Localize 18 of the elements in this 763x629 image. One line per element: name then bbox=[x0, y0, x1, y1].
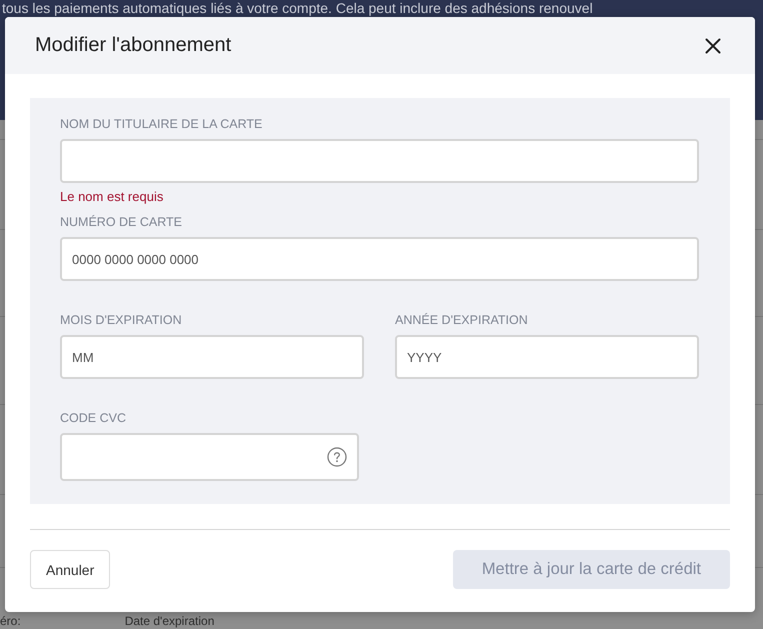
input-field[interactable] bbox=[60, 433, 359, 481]
field-label: NOM DU TITULAIRE DE LA CARTE bbox=[60, 117, 264, 132]
banner-text: tous les paiements automatiques liés à votre compte. Cela peut inclure des adhésions renouvel bbox=[1, 0, 593, 16]
field-label: NUMÉRO DE CARTE bbox=[60, 215, 184, 230]
help-icon[interactable] bbox=[327, 447, 347, 467]
input-field[interactable]: YYYY bbox=[395, 335, 699, 379]
dialog-title: Modifier l'abonnement bbox=[35, 34, 232, 57]
page-text: Date d'expiration bbox=[124, 614, 214, 628]
field-label: MOIS D'EXPIRATION bbox=[60, 313, 183, 328]
close-button[interactable] bbox=[705, 38, 721, 54]
input-field[interactable] bbox=[60, 139, 699, 183]
field-label: ANNÉE D'EXPIRATION bbox=[395, 313, 529, 328]
page-text: éro: bbox=[0, 614, 21, 628]
input-field[interactable]: MM bbox=[60, 335, 364, 379]
cancel-button[interactable]: Annuler bbox=[30, 550, 110, 589]
field-label: CODE CVC bbox=[60, 411, 127, 426]
input-field[interactable]: 0000 0000 0000 0000 bbox=[60, 237, 699, 281]
error-message: Le nom est requis bbox=[60, 189, 164, 204]
